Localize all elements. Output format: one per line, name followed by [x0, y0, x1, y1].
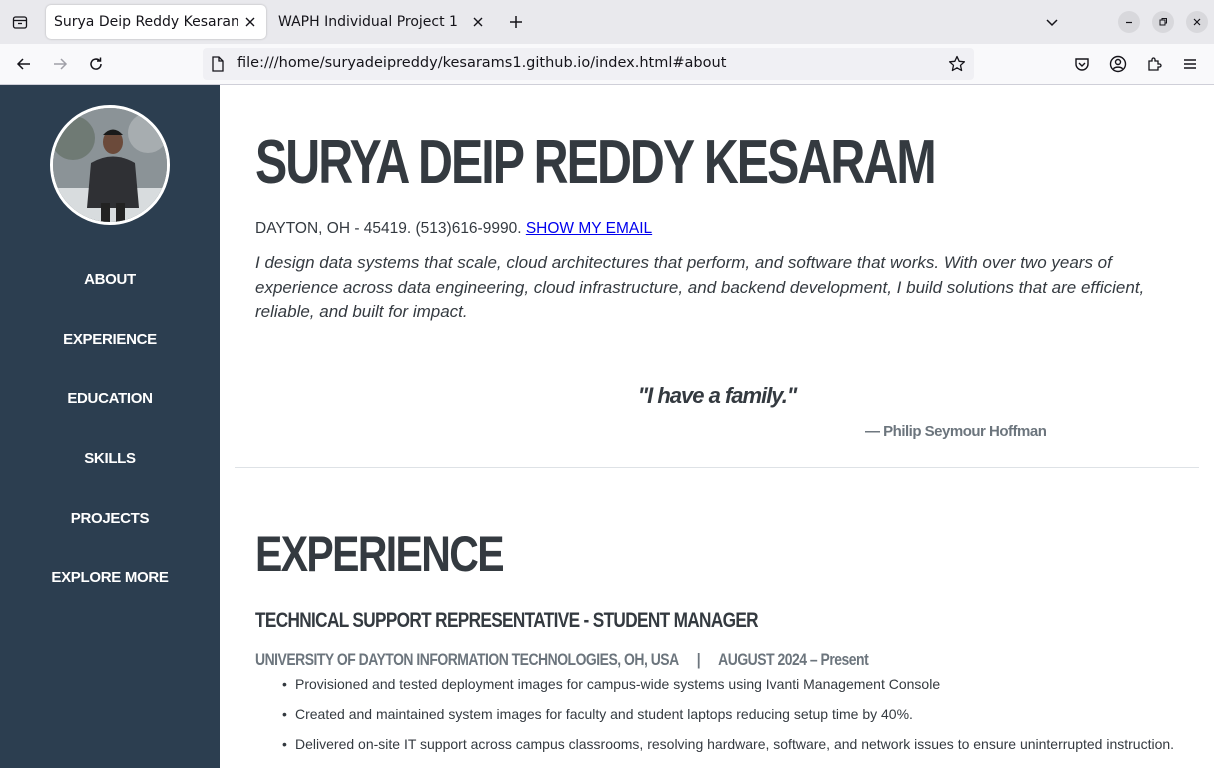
navigation-toolbar: file:///home/suryadeipreddy/kesarams1.gi…	[0, 44, 1214, 85]
minimize-button[interactable]	[1118, 11, 1140, 33]
contact-line: DAYTON, OH - 45419. (513)616-9990. SHOW …	[255, 220, 652, 238]
meta-separator: |	[696, 650, 701, 669]
page-icon	[211, 56, 225, 76]
close-icon[interactable]	[242, 14, 258, 30]
url-text: file:///home/suryadeipreddy/kesarams1.gi…	[237, 55, 727, 71]
tab-bar: Surya Deip Reddy Kesaram - I WAPH Indivi…	[0, 0, 1214, 44]
job-title: TECHNICAL SUPPORT REPRESENTATIVE - STUDE…	[255, 609, 759, 632]
job-meta: UNIVERSITY OF DAYTON INFORMATION TECHNOL…	[255, 650, 869, 670]
address-bar[interactable]: file:///home/suryadeipreddy/kesarams1.gi…	[203, 48, 974, 80]
account-icon[interactable]	[1106, 52, 1130, 76]
chevron-down-icon[interactable]	[1040, 8, 1064, 36]
reload-icon[interactable]	[84, 52, 108, 76]
close-window-button[interactable]	[1186, 11, 1208, 33]
forward-icon[interactable]	[48, 52, 72, 76]
menu-icon[interactable]	[1178, 52, 1202, 76]
main-content: SURYA DEIP REDDY KESARAM DAYTON, OH - 45…	[220, 85, 1214, 768]
job-bullets: Provisioned and tested deployment images…	[282, 675, 1182, 765]
tab-title: WAPH Individual Project 1	[278, 14, 458, 30]
profile-avatar	[50, 105, 170, 225]
restore-button[interactable]	[1152, 11, 1174, 33]
show-email-link[interactable]: SHOW MY EMAIL	[526, 220, 652, 237]
sidebar-item-projects[interactable]: PROJECTS	[0, 510, 220, 527]
quote-author: — Philip Seymour Hoffman	[865, 423, 1047, 440]
new-tab-button[interactable]	[502, 8, 530, 36]
experience-heading: EXPERIENCE	[255, 526, 505, 582]
tab-title: Surya Deip Reddy Kesaram - I	[54, 14, 238, 30]
back-icon[interactable]	[12, 52, 36, 76]
quote-text: "I have a family."	[637, 383, 798, 408]
list-item: Provisioned and tested deployment images…	[282, 675, 1182, 694]
sidebar-item-education[interactable]: EDUCATION	[0, 390, 220, 407]
sidebar-item-explore-more[interactable]: EXPLORE MORE	[0, 569, 220, 586]
list-item: Created and maintained system images for…	[282, 705, 1182, 724]
pocket-icon[interactable]	[1070, 52, 1094, 76]
tab-portfolio[interactable]: Surya Deip Reddy Kesaram - I	[46, 5, 266, 39]
contact-info: DAYTON, OH - 45419. (513)616-9990.	[255, 220, 522, 237]
sidebar-item-skills[interactable]: SKILLS	[0, 450, 220, 467]
close-icon[interactable]	[470, 14, 486, 30]
page-title: SURYA DEIP REDDY KESARAM	[255, 128, 937, 197]
job-dates: AUGUST 2024 – Present	[718, 650, 869, 669]
section-divider	[235, 467, 1199, 468]
list-item: Delivered on-site IT support across camp…	[282, 735, 1182, 754]
bookmark-star-icon[interactable]	[948, 55, 966, 77]
intro-text: I design data systems that scale, cloud …	[255, 253, 1145, 321]
sidebar-item-about[interactable]: ABOUT	[0, 271, 220, 288]
company-name: UNIVERSITY OF DAYTON INFORMATION TECHNOL…	[255, 650, 679, 669]
tab-waph-project[interactable]: WAPH Individual Project 1	[270, 5, 494, 39]
sidebar: ABOUT EXPERIENCE EDUCATION SKILLS PROJEC…	[0, 85, 220, 768]
sidebar-item-experience[interactable]: EXPERIENCE	[0, 331, 220, 348]
tab-list-icon[interactable]	[6, 8, 34, 36]
extensions-icon[interactable]	[1142, 52, 1166, 76]
